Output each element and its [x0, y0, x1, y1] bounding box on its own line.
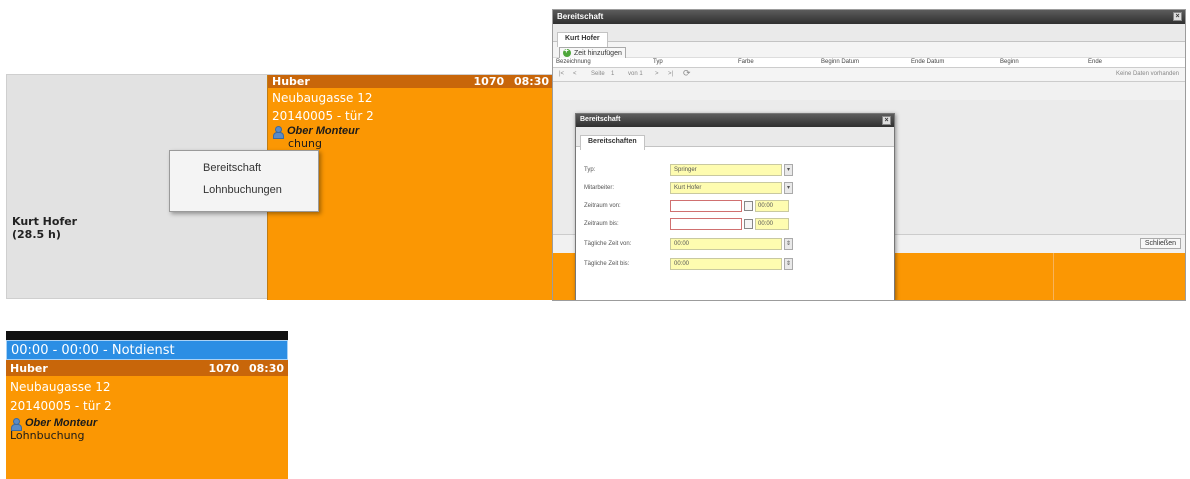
job-role-text: Ober Monteur [287, 125, 360, 137]
person-icon [10, 417, 22, 431]
taeglich-von-input[interactable]: 00:00 [670, 238, 782, 250]
toolbar: Zeit hinzufügen [553, 42, 1185, 59]
job-order: 20140005 - tür 2 [272, 109, 374, 123]
job-card-with-standby[interactable]: 00:00 - 00:00 - Notdienst Huber 1070 08:… [6, 331, 288, 479]
column-header[interactable]: Typ [653, 59, 663, 65]
menu-item-bereitschaft[interactable]: Bereitschaft [170, 157, 318, 179]
typ-combo[interactable]: Springer [670, 164, 782, 176]
job-role-text: Ober Monteur [25, 417, 98, 429]
zeitraum-bis-label: Zeitraum bis: [584, 221, 619, 227]
standby-bar[interactable]: 00:00 - 00:00 - Notdienst [6, 340, 288, 360]
column-header[interactable]: Ende [1088, 59, 1102, 65]
zeitraum-bis-date[interactable] [670, 218, 742, 230]
zeitraum-bis-time[interactable]: 00:00 [755, 218, 789, 230]
zeitraum-von-label: Zeitraum von: [584, 203, 621, 209]
grid-header: Bezeichnung Typ Farbe Beginn Datum Ende … [553, 58, 1185, 68]
last-page-icon[interactable]: >| [668, 71, 673, 77]
mitarbeiter-combo[interactable]: Kurt Hofer [670, 182, 782, 194]
prev-page-icon[interactable]: < [573, 71, 577, 77]
job-note: Lohnbuchung [10, 429, 85, 442]
job-note: chung [288, 137, 322, 150]
job-role: Ober Monteur [6, 414, 288, 431]
zeitraum-von-row: Zeitraum von: 00:00 [584, 200, 789, 212]
spinner-icon[interactable]: ⇕ [784, 258, 793, 270]
job-address: Neubaugasse 12 [272, 91, 373, 105]
chevron-down-icon[interactable]: ▾ [784, 182, 793, 194]
job-time: 08:30 [248, 361, 284, 375]
column-header[interactable]: Beginn Datum [821, 59, 859, 65]
dialog-title: Bereitschaft [580, 116, 621, 123]
close-button[interactable]: Schließen [1139, 238, 1181, 249]
taeglich-von-row: Tägliche Zeit von: 00:00 ⇕ [584, 238, 793, 250]
resource-name: Kurt Hofer [12, 215, 78, 228]
zeitraum-von-time[interactable]: 00:00 [755, 200, 789, 212]
column-header[interactable]: Ende Datum [911, 59, 944, 65]
job-customer: Huber [10, 361, 48, 375]
pager: |< < Seite 1 von 1 > >| ⟳ Keine Daten vo… [553, 68, 1185, 82]
job-code: 1070 [208, 361, 240, 375]
job-code: 1070 [473, 75, 505, 88]
typ-row: Typ: Springer ▾ [584, 164, 793, 176]
add-time-label: Zeit hinzufügen [574, 49, 622, 57]
empty-text: Keine Daten vorhanden [1115, 71, 1179, 77]
calendar-icon[interactable] [744, 219, 753, 229]
bereitschaft-window: Bereitschaft × Kurt Hofer Zeit hinzufüge… [552, 9, 1186, 301]
tab-bereitschaften[interactable]: Bereitschaften [580, 135, 645, 150]
column-header[interactable]: Bezeichnung [556, 59, 591, 65]
add-icon [563, 46, 571, 57]
resource-label: Kurt Hofer (28.5 h) [12, 215, 77, 241]
chevron-down-icon[interactable]: ▾ [784, 164, 793, 176]
calendar-icon[interactable] [744, 201, 753, 211]
window-title: Bereitschaft [557, 12, 604, 21]
context-menu: Bereitschaft Lohnbuchungen [169, 150, 319, 212]
mitarbeiter-label: Mitarbeiter: [584, 185, 615, 191]
taeglich-bis-row: Tägliche Zeit bis: 00:00 ⇕ [584, 258, 793, 270]
job-address: Neubaugasse 12 [10, 380, 111, 394]
taeglich-bis-label: Tägliche Zeit bis: [584, 261, 630, 267]
first-page-icon[interactable]: |< [559, 71, 564, 77]
taeglich-von-label: Tägliche Zeit von: [584, 241, 632, 247]
window-titlebar[interactable]: Bereitschaft × [553, 10, 1185, 24]
job-role: Ober Monteur [268, 124, 553, 139]
zeitraum-bis-row: Zeitraum bis: 00:00 [584, 218, 789, 230]
job-header: Huber 1070 08:30 [6, 360, 288, 376]
close-icon[interactable]: × [1173, 12, 1182, 21]
top-bar [6, 331, 288, 340]
scheduler-panel: Kurt Hofer (28.5 h) Huber 1070 08:30 Neu… [6, 74, 553, 300]
person-icon [272, 125, 284, 139]
spinner-icon[interactable]: ⇕ [784, 238, 793, 250]
column-header[interactable]: Beginn [1000, 59, 1019, 65]
job-order: 20140005 - tür 2 [10, 399, 112, 413]
dialog-tab-strip: Bereitschaften [576, 127, 894, 150]
tab-strip: Kurt Hofer [553, 24, 1185, 47]
dialog-titlebar[interactable]: Bereitschaft × [576, 114, 894, 127]
mitarbeiter-row: Mitarbeiter: Kurt Hofer ▾ [584, 182, 793, 194]
page-input[interactable]: 1 [611, 71, 614, 77]
zeitraum-von-date[interactable] [670, 200, 742, 212]
close-icon[interactable]: × [882, 116, 891, 125]
typ-label: Typ: [584, 167, 596, 173]
job-customer: Huber [272, 75, 310, 88]
menu-item-lohnbuchungen[interactable]: Lohnbuchungen [170, 179, 318, 201]
taeglich-bis-input[interactable]: 00:00 [670, 258, 782, 270]
job-header: Huber 1070 08:30 [268, 75, 553, 88]
bereitschaft-dialog: Bereitschaft × Bereitschaften Typ: Sprin… [575, 113, 895, 300]
column-header[interactable]: Farbe [738, 59, 754, 65]
job-time: 08:30 [513, 75, 549, 88]
resource-hours: (28.5 h) [12, 228, 61, 241]
page-label: Seite [591, 71, 605, 77]
next-page-icon[interactable]: > [655, 71, 659, 77]
page-of-label: von 1 [628, 71, 643, 77]
refresh-icon[interactable]: ⟳ [683, 68, 691, 79]
